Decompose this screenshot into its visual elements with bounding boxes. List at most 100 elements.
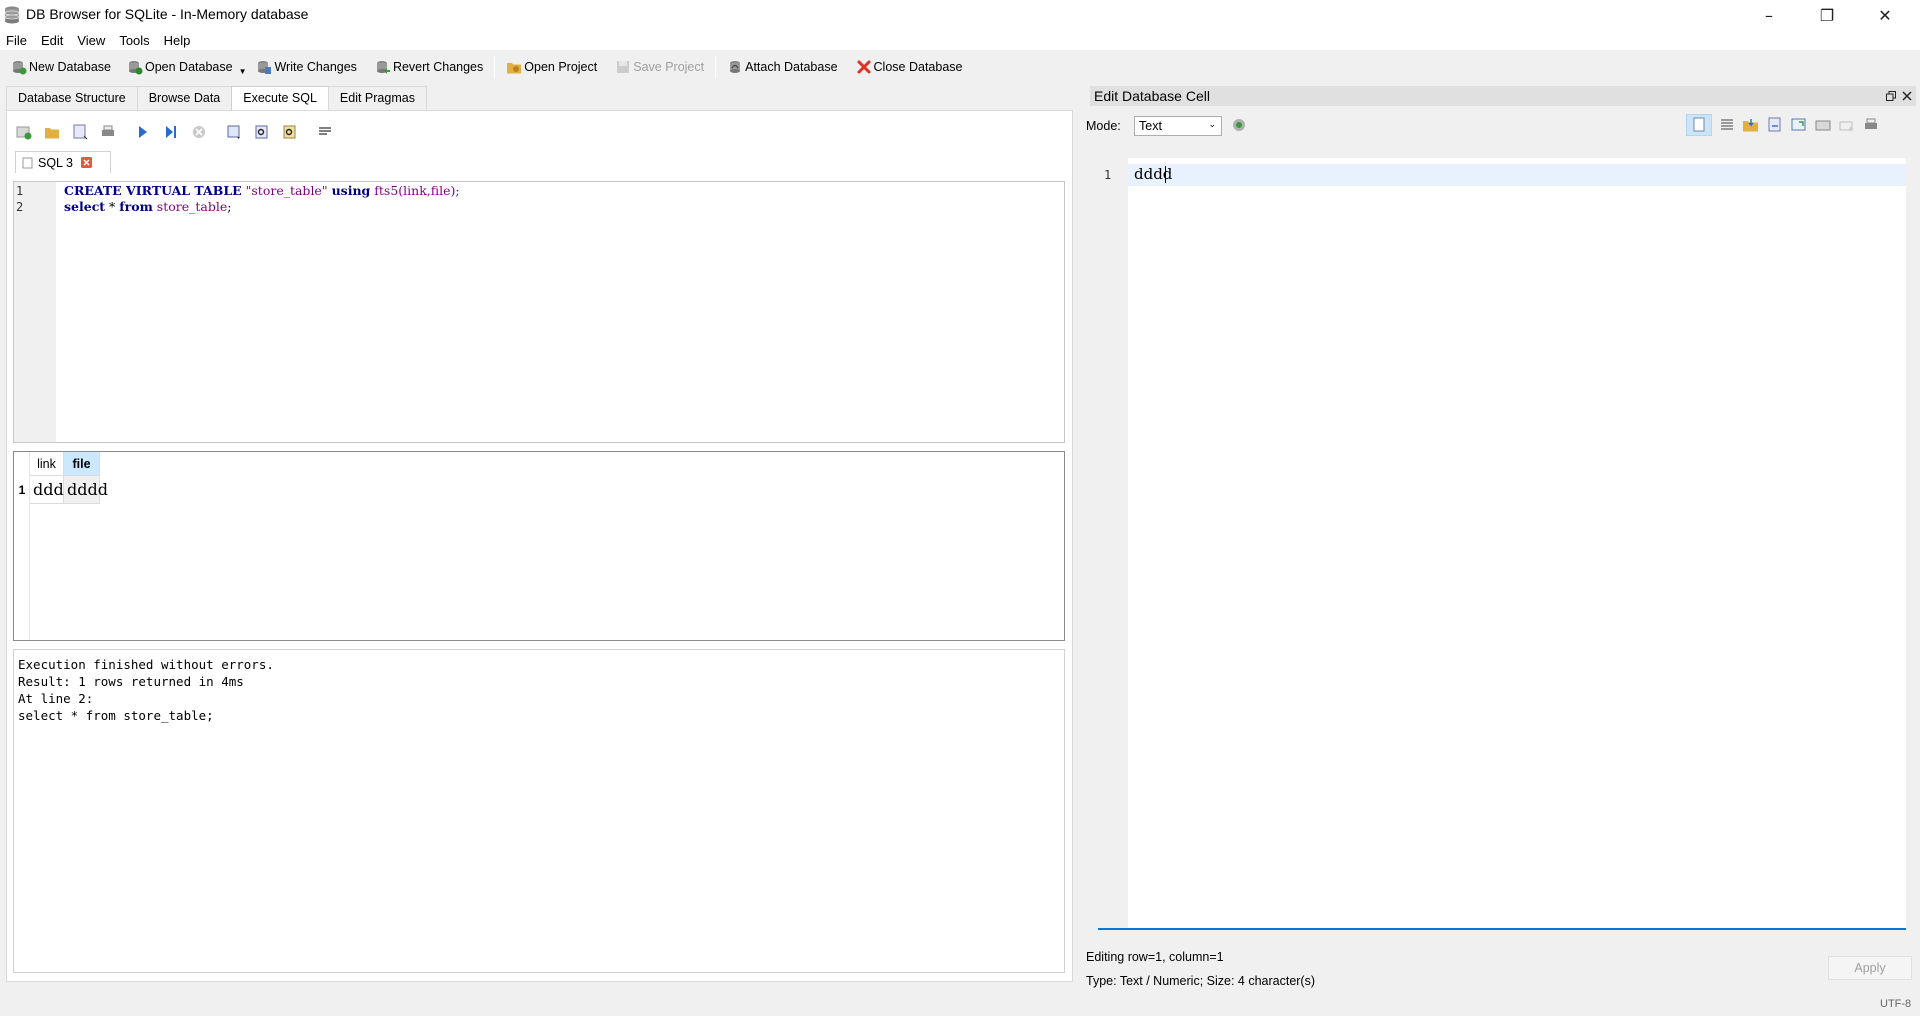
- code-identifier: store_table: [156, 199, 228, 214]
- code-string: "store_table": [245, 183, 328, 198]
- execute-line-icon[interactable]: [162, 123, 180, 141]
- column-header-link[interactable]: link: [30, 452, 64, 476]
- cell-content: dddd: [1134, 165, 1173, 183]
- revert-changes-button[interactable]: Revert Changes: [370, 55, 488, 79]
- open-project-label: Open Project: [524, 60, 598, 74]
- restore-button[interactable]: ❐: [1804, 0, 1850, 30]
- mode-select[interactable]: Text ⌄: [1134, 116, 1222, 136]
- new-database-label: New Database: [29, 60, 111, 74]
- table-cell[interactable]: ddd: [30, 476, 64, 504]
- menu-help[interactable]: Help: [164, 33, 191, 48]
- toolbar-separator: [309, 123, 310, 141]
- float-dock-icon[interactable]: [1886, 91, 1896, 101]
- set-null-icon[interactable]: [1718, 116, 1736, 134]
- line-number: 1: [1104, 168, 1112, 182]
- toolbar-separator: [715, 56, 717, 78]
- print-icon[interactable]: [1862, 116, 1880, 134]
- close-database-button[interactable]: Close Database: [851, 55, 968, 79]
- comment-block-icon[interactable]: [316, 123, 334, 141]
- close-dock-icon[interactable]: [1902, 91, 1912, 101]
- edit-cell-dock: Edit Database Cell Mode: Text ⌄ 1 dddd E…: [1086, 86, 1920, 988]
- code-keyword: select: [64, 199, 106, 214]
- sql-editor[interactable]: 1 2 CREATE VIRTUAL TABLE "store_table" u…: [13, 181, 1065, 443]
- attach-database-button[interactable]: Attach Database: [722, 55, 842, 79]
- chevron-down-icon: ⌄: [1208, 119, 1216, 129]
- line-number: 2: [16, 200, 24, 214]
- find-replace-icon[interactable]: [281, 123, 299, 141]
- tab-edit-pragmas[interactable]: Edit Pragmas: [327, 86, 427, 110]
- stop-execution-icon[interactable]: [190, 123, 208, 141]
- code-keyword: from: [119, 199, 153, 214]
- row-number[interactable]: 1: [14, 476, 30, 504]
- save-project-button[interactable]: Save Project: [610, 55, 709, 79]
- results-grid[interactable]: link file 1 ddd dddd: [13, 451, 1065, 641]
- code-args: (link,file);: [398, 183, 460, 198]
- find-icon[interactable]: [253, 123, 271, 141]
- message-pane: Execution finished without errors. Resul…: [13, 649, 1065, 973]
- type-info: Type: Text / Numeric; Size: 4 character(…: [1086, 974, 1316, 988]
- code-operator: *: [105, 199, 120, 214]
- tab-database-structure[interactable]: Database Structure: [6, 86, 138, 110]
- tab-browse-data[interactable]: Browse Data: [136, 86, 233, 110]
- code-line-1: CREATE VIRTUAL TABLE "store_table" using…: [64, 183, 460, 198]
- open-tab-icon[interactable]: [15, 123, 33, 141]
- dock-title: Edit Database Cell: [1094, 88, 1210, 104]
- close-tab-icon[interactable]: [80, 157, 92, 168]
- execute-all-icon[interactable]: [134, 123, 152, 141]
- open-project-button[interactable]: Open Project: [501, 55, 602, 79]
- menu-file[interactable]: File: [6, 33, 27, 48]
- sql-editor-tab[interactable]: SQL 3: [15, 151, 111, 173]
- table-cell-selected[interactable]: dddd: [64, 476, 108, 504]
- minimize-button[interactable]: –: [1746, 0, 1792, 30]
- menu-view[interactable]: View: [77, 33, 105, 48]
- execute-sql-panel: SQL 3 1 2 CREATE VIRTUAL TABLE "store_ta…: [6, 110, 1073, 982]
- main-tabs: Database Structure Browse Data Execute S…: [6, 86, 427, 110]
- auto-format-icon[interactable]: [1230, 116, 1248, 134]
- open-database-button[interactable]: Open Database ▼: [122, 55, 251, 79]
- print-icon[interactable]: [99, 123, 117, 141]
- open-sql-file-icon[interactable]: [43, 123, 61, 141]
- open-in-app-icon[interactable]: [1790, 116, 1808, 134]
- chevron-down-icon[interactable]: ▼: [239, 67, 247, 76]
- column-header-file[interactable]: file: [64, 452, 100, 476]
- mode-value: Text: [1139, 119, 1162, 133]
- menu-edit[interactable]: Edit: [41, 33, 63, 48]
- open-project-icon: [507, 63, 522, 74]
- sql-tab-label: SQL 3: [38, 155, 73, 170]
- evaluate-icon[interactable]: [1838, 116, 1856, 134]
- menu-tools[interactable]: Tools: [119, 33, 149, 48]
- write-changes-button[interactable]: Write Changes: [251, 55, 361, 79]
- code-keyword: using: [331, 183, 371, 198]
- toolbar-separator: [127, 123, 128, 141]
- new-database-button[interactable]: New Database: [6, 55, 116, 79]
- apply-button[interactable]: Apply: [1828, 956, 1912, 980]
- code-function: fts5: [374, 183, 399, 198]
- new-database-icon: [13, 61, 27, 75]
- open-database-icon: [129, 61, 143, 75]
- attach-database-icon: [730, 61, 741, 73]
- cell-text-editor[interactable]: 1 dddd: [1098, 158, 1906, 930]
- editor-gutter: [1098, 158, 1128, 928]
- save-sql-file-icon[interactable]: [71, 123, 89, 141]
- window-title: DB Browser for SQLite - In-Memory databa…: [26, 6, 309, 22]
- close-database-label: Close Database: [873, 60, 963, 74]
- editing-info: Editing row=1, column=1: [1086, 950, 1224, 964]
- text-cursor: [1165, 166, 1166, 183]
- code-punctuation: ;: [227, 199, 232, 214]
- word-wrap-icon[interactable]: [1686, 114, 1712, 136]
- tab-execute-sql[interactable]: Execute SQL: [231, 86, 329, 110]
- save-project-icon: [617, 61, 630, 73]
- save-results-icon[interactable]: [225, 123, 243, 141]
- line-number: 1: [16, 184, 24, 198]
- red-x-icon: [857, 60, 871, 74]
- export-icon[interactable]: [1766, 116, 1784, 134]
- write-changes-icon: [258, 61, 272, 74]
- revert-changes-icon: [376, 61, 390, 74]
- close-window-button[interactable]: ✕: [1862, 0, 1908, 30]
- set-as-null-icon[interactable]: [1814, 116, 1832, 134]
- open-database-label: Open Database: [145, 60, 233, 74]
- toolbar-separator: [494, 56, 496, 78]
- revert-changes-label: Revert Changes: [392, 60, 484, 74]
- code-line-2: select * from store_table;: [64, 199, 231, 214]
- import-icon[interactable]: [1742, 116, 1760, 134]
